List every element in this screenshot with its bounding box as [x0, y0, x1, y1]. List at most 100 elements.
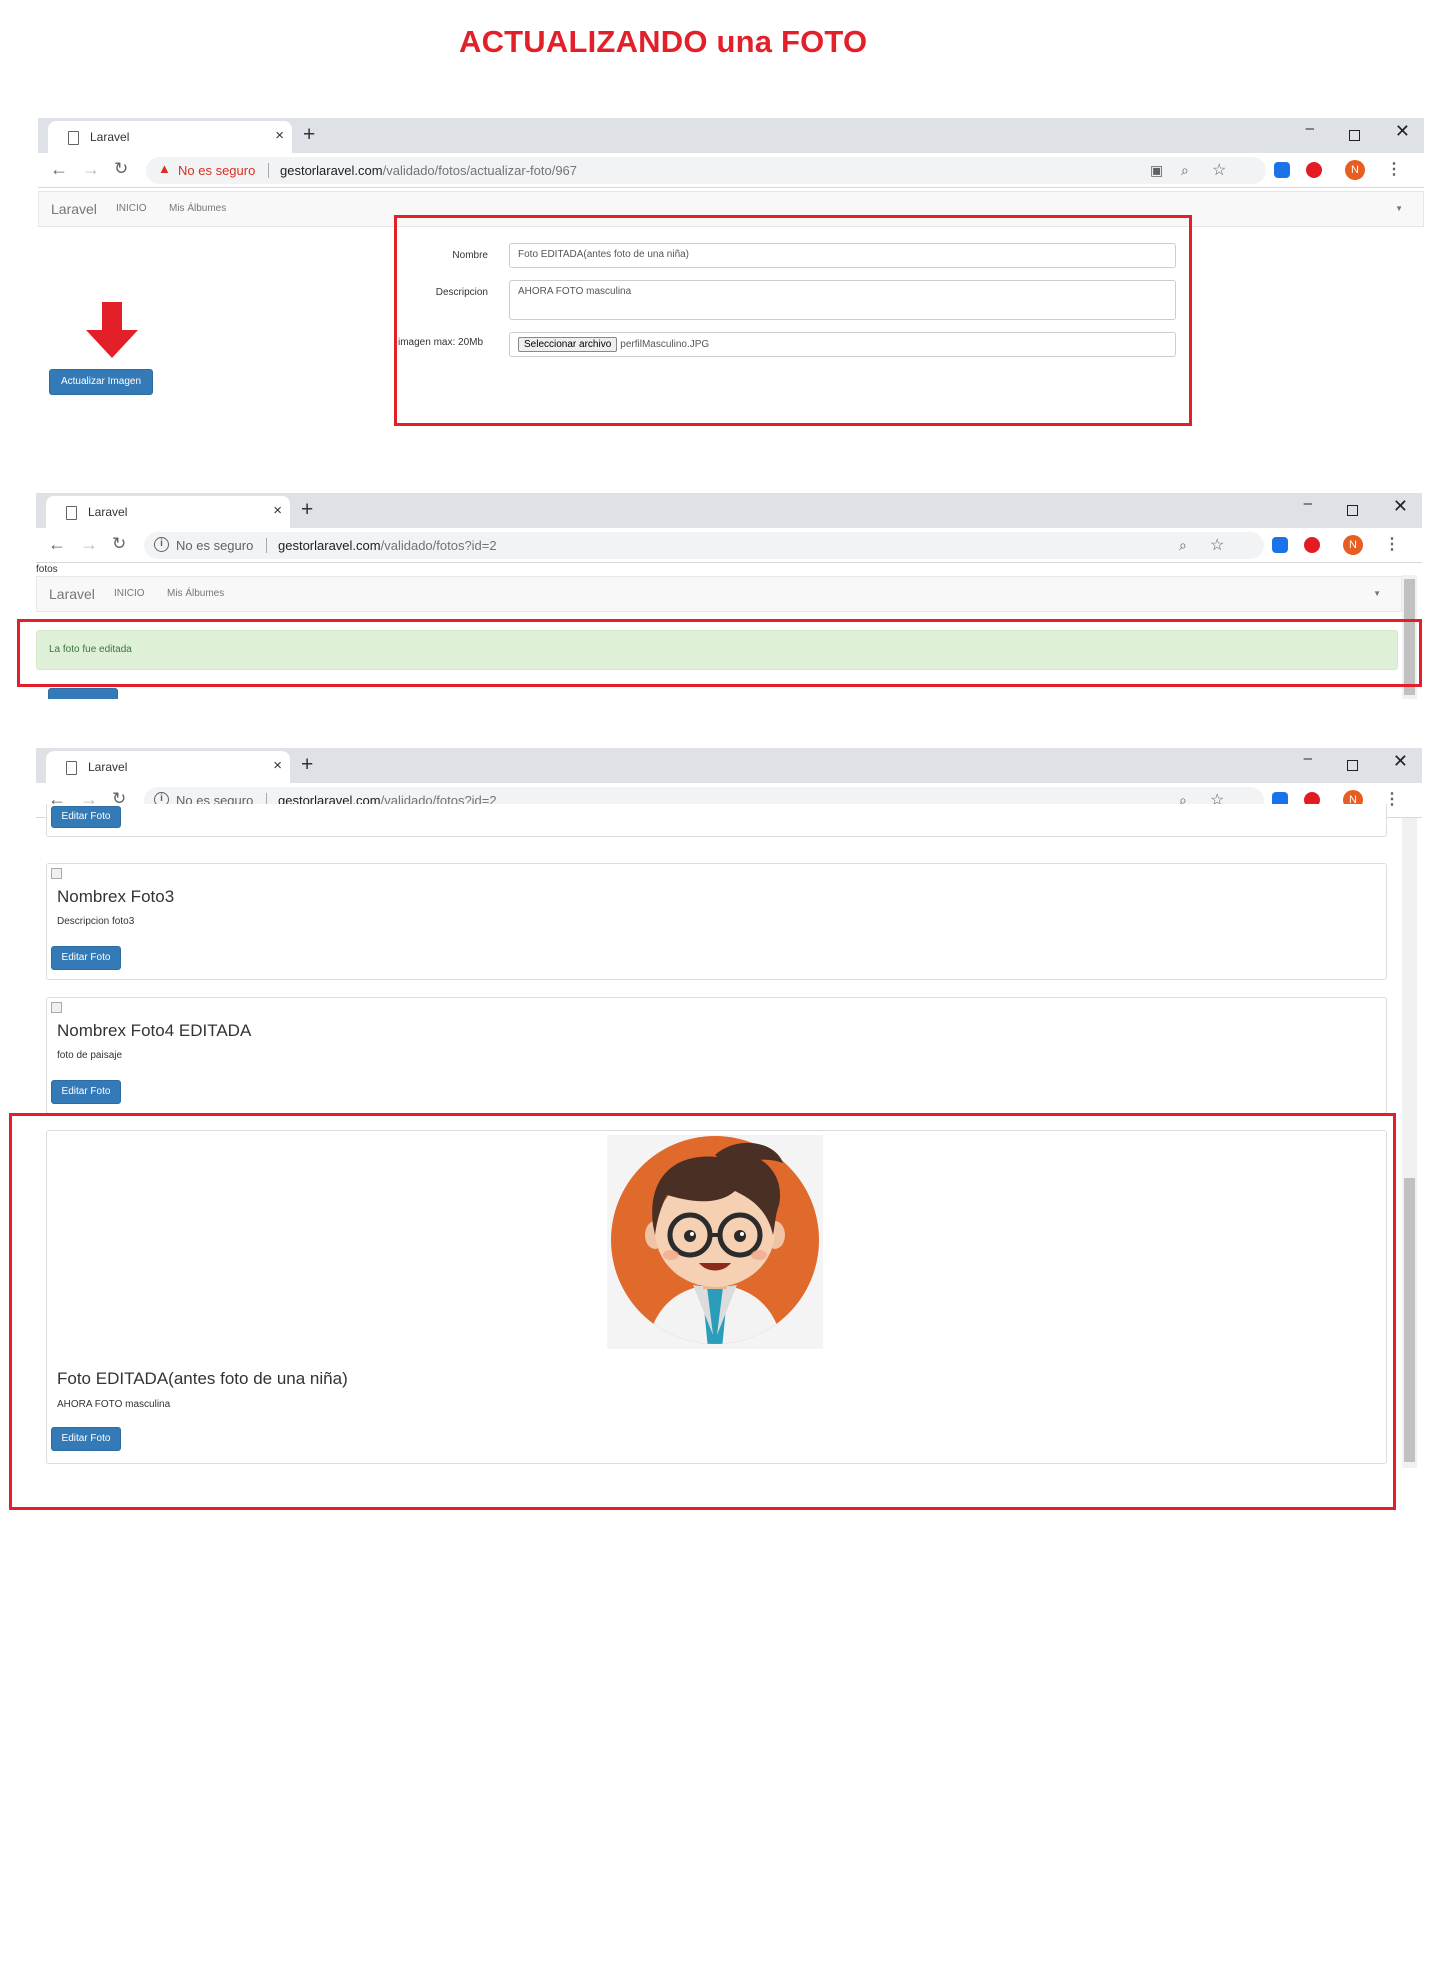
separator	[266, 538, 267, 553]
app-navbar: Laravel INICIO Mis Álbumes ▼	[38, 191, 1424, 227]
browser-tab[interactable]: Laravel ×	[46, 751, 290, 783]
broken-image-icon	[51, 1002, 62, 1013]
screenshot-update-form: Laravel × + – ✕ ← → ↻ ▲ No es seguro ges…	[38, 118, 1424, 438]
window-close-icon[interactable]: ✕	[1395, 121, 1410, 142]
file-name: perfilMasculino.JPG	[620, 339, 710, 350]
document-icon	[68, 131, 79, 145]
avatar-photo	[607, 1135, 823, 1349]
kebab-menu-icon[interactable]: ⋮	[1384, 534, 1400, 554]
browser-tab[interactable]: Laravel ×	[48, 121, 292, 153]
forward-icon[interactable]: →	[82, 159, 100, 180]
photo-description: foto de paisaje	[57, 1050, 123, 1061]
reload-icon[interactable]: ↻	[114, 159, 128, 179]
minimize-icon[interactable]: –	[1304, 750, 1312, 767]
document-icon	[66, 506, 77, 520]
profile-avatar[interactable]: N	[1345, 160, 1365, 180]
minimize-icon[interactable]: –	[1306, 120, 1314, 137]
security-label: No es seguro	[178, 163, 256, 178]
url-path: /validado/fotos?id=2	[380, 538, 497, 553]
info-icon: i	[154, 537, 169, 552]
window-close-icon[interactable]: ✕	[1393, 496, 1408, 517]
restore-icon[interactable]	[1349, 130, 1360, 141]
tab-title: Laravel	[88, 760, 128, 774]
extension-icon[interactable]	[1272, 537, 1288, 553]
update-image-button[interactable]: Actualizar Imagen	[49, 369, 153, 395]
back-icon[interactable]: ←	[48, 534, 66, 555]
app-brand[interactable]: Laravel	[49, 586, 95, 602]
address-bar[interactable]: ▲ No es seguro gestorlaravel.com/validad…	[146, 157, 1266, 184]
tab-close-icon[interactable]: ×	[275, 127, 284, 144]
url-text[interactable]: gestorlaravel.com/validado/fotos?id=2	[278, 538, 497, 553]
tab-close-icon[interactable]: ×	[273, 757, 282, 774]
scrollbar[interactable]	[1402, 575, 1417, 699]
page-label: fotos	[36, 564, 58, 575]
opera-extension-icon[interactable]	[1306, 162, 1322, 178]
nav-mis-albumes[interactable]: Mis Álbumes	[169, 203, 226, 214]
extension-icon[interactable]	[1274, 162, 1290, 178]
tab-bar: Laravel × + – ✕	[36, 493, 1422, 528]
photo-title: Nombrex Foto4 EDITADA	[57, 1021, 252, 1040]
nav-inicio[interactable]: INICIO	[116, 203, 147, 214]
separator	[268, 163, 269, 178]
nav-mis-albumes[interactable]: Mis Álbumes	[167, 588, 224, 599]
browser-toolbar: ← → ↻ ▲ No es seguro gestorlaravel.com/v…	[38, 153, 1424, 188]
nav-inicio[interactable]: INICIO	[114, 588, 145, 599]
edit-photo-button[interactable]: Editar Foto	[51, 1080, 121, 1104]
translate-icon[interactable]: ▣	[1150, 162, 1163, 179]
success-alert: La foto fue editada	[36, 630, 1398, 670]
screenshot-photo-list: Laravel × + – ✕ ← → ↻ i No es seguro ges…	[36, 748, 1422, 1476]
back-icon[interactable]: ←	[50, 159, 68, 180]
address-bar[interactable]: i No es seguro gestorlaravel.com/validad…	[144, 532, 1264, 559]
dropdown-caret-icon[interactable]: ▼	[1373, 589, 1381, 598]
reload-icon[interactable]: ↻	[112, 534, 126, 554]
restore-icon[interactable]	[1347, 505, 1358, 516]
page-heading: ACTUALIZANDO una FOTO	[459, 24, 868, 59]
photo-title: Nombrex Foto3	[57, 887, 175, 906]
profile-avatar[interactable]: N	[1343, 535, 1363, 555]
new-tab-icon[interactable]: +	[301, 753, 313, 777]
url-host: gestorlaravel.com	[278, 538, 381, 553]
opera-extension-icon[interactable]	[1304, 537, 1320, 553]
tab-title: Laravel	[90, 130, 130, 144]
arrow-down-icon	[86, 302, 138, 358]
new-tab-icon[interactable]: +	[301, 498, 313, 522]
nombre-input[interactable]: Foto EDITADA(antes foto de una niña)	[509, 243, 1176, 268]
app-navbar: Laravel INICIO Mis Álbumes ▼	[36, 576, 1402, 612]
magnifier-icon[interactable]: ⌕	[1179, 537, 1187, 554]
edit-photo-button[interactable]: Editar Foto	[51, 946, 121, 970]
browser-toolbar: ← → ↻ i No es seguro gestorlaravel.com/v…	[36, 528, 1422, 563]
photo-card: Nombrex Foto3 Descripcion foto3 Editar F…	[46, 863, 1387, 980]
url-text[interactable]: gestorlaravel.com/validado/fotos/actuali…	[280, 163, 577, 178]
edit-photo-button[interactable]: Editar Foto	[51, 806, 121, 828]
tab-close-icon[interactable]: ×	[273, 502, 282, 519]
photo-card: Nombrex Foto4 EDITADA foto de paisaje Ed…	[46, 997, 1387, 1114]
edit-photo-button[interactable]: Editar Foto	[51, 1427, 121, 1451]
scroll-thumb[interactable]	[1404, 1178, 1415, 1462]
photo-card-partial: Editar Foto	[46, 804, 1387, 837]
new-tab-icon[interactable]: +	[303, 123, 315, 147]
partial-button[interactable]	[48, 688, 118, 699]
window-close-icon[interactable]: ✕	[1393, 751, 1408, 772]
scrollbar[interactable]	[1402, 818, 1417, 1468]
minimize-icon[interactable]: –	[1304, 495, 1312, 512]
forward-icon[interactable]: →	[80, 534, 98, 555]
restore-icon[interactable]	[1347, 760, 1358, 771]
browser-tab[interactable]: Laravel ×	[46, 496, 290, 528]
url-path: /validado/fotos/actualizar-foto/967	[382, 163, 578, 178]
descripcion-textarea[interactable]: AHORA FOTO masculina	[509, 280, 1176, 320]
star-icon[interactable]: ☆	[1212, 160, 1226, 180]
descripcion-label: Descripcion	[435, 287, 488, 298]
file-input[interactable]: Seleccionar archivo perfilMasculino.JPG	[509, 332, 1176, 357]
dropdown-caret-icon[interactable]: ▼	[1395, 204, 1403, 213]
magnifier-icon[interactable]: ⌕	[1181, 162, 1189, 179]
url-host: gestorlaravel.com	[280, 163, 383, 178]
broken-image-icon	[51, 868, 62, 879]
security-label: No es seguro	[176, 538, 254, 553]
tab-bar: Laravel × + – ✕	[36, 748, 1422, 783]
tab-bar: Laravel × + – ✕	[38, 118, 1424, 153]
select-file-button[interactable]: Seleccionar archivo	[518, 337, 618, 352]
star-icon[interactable]: ☆	[1210, 535, 1224, 555]
scroll-thumb[interactable]	[1404, 579, 1415, 695]
app-brand[interactable]: Laravel	[51, 201, 97, 217]
kebab-menu-icon[interactable]: ⋮	[1386, 159, 1402, 179]
